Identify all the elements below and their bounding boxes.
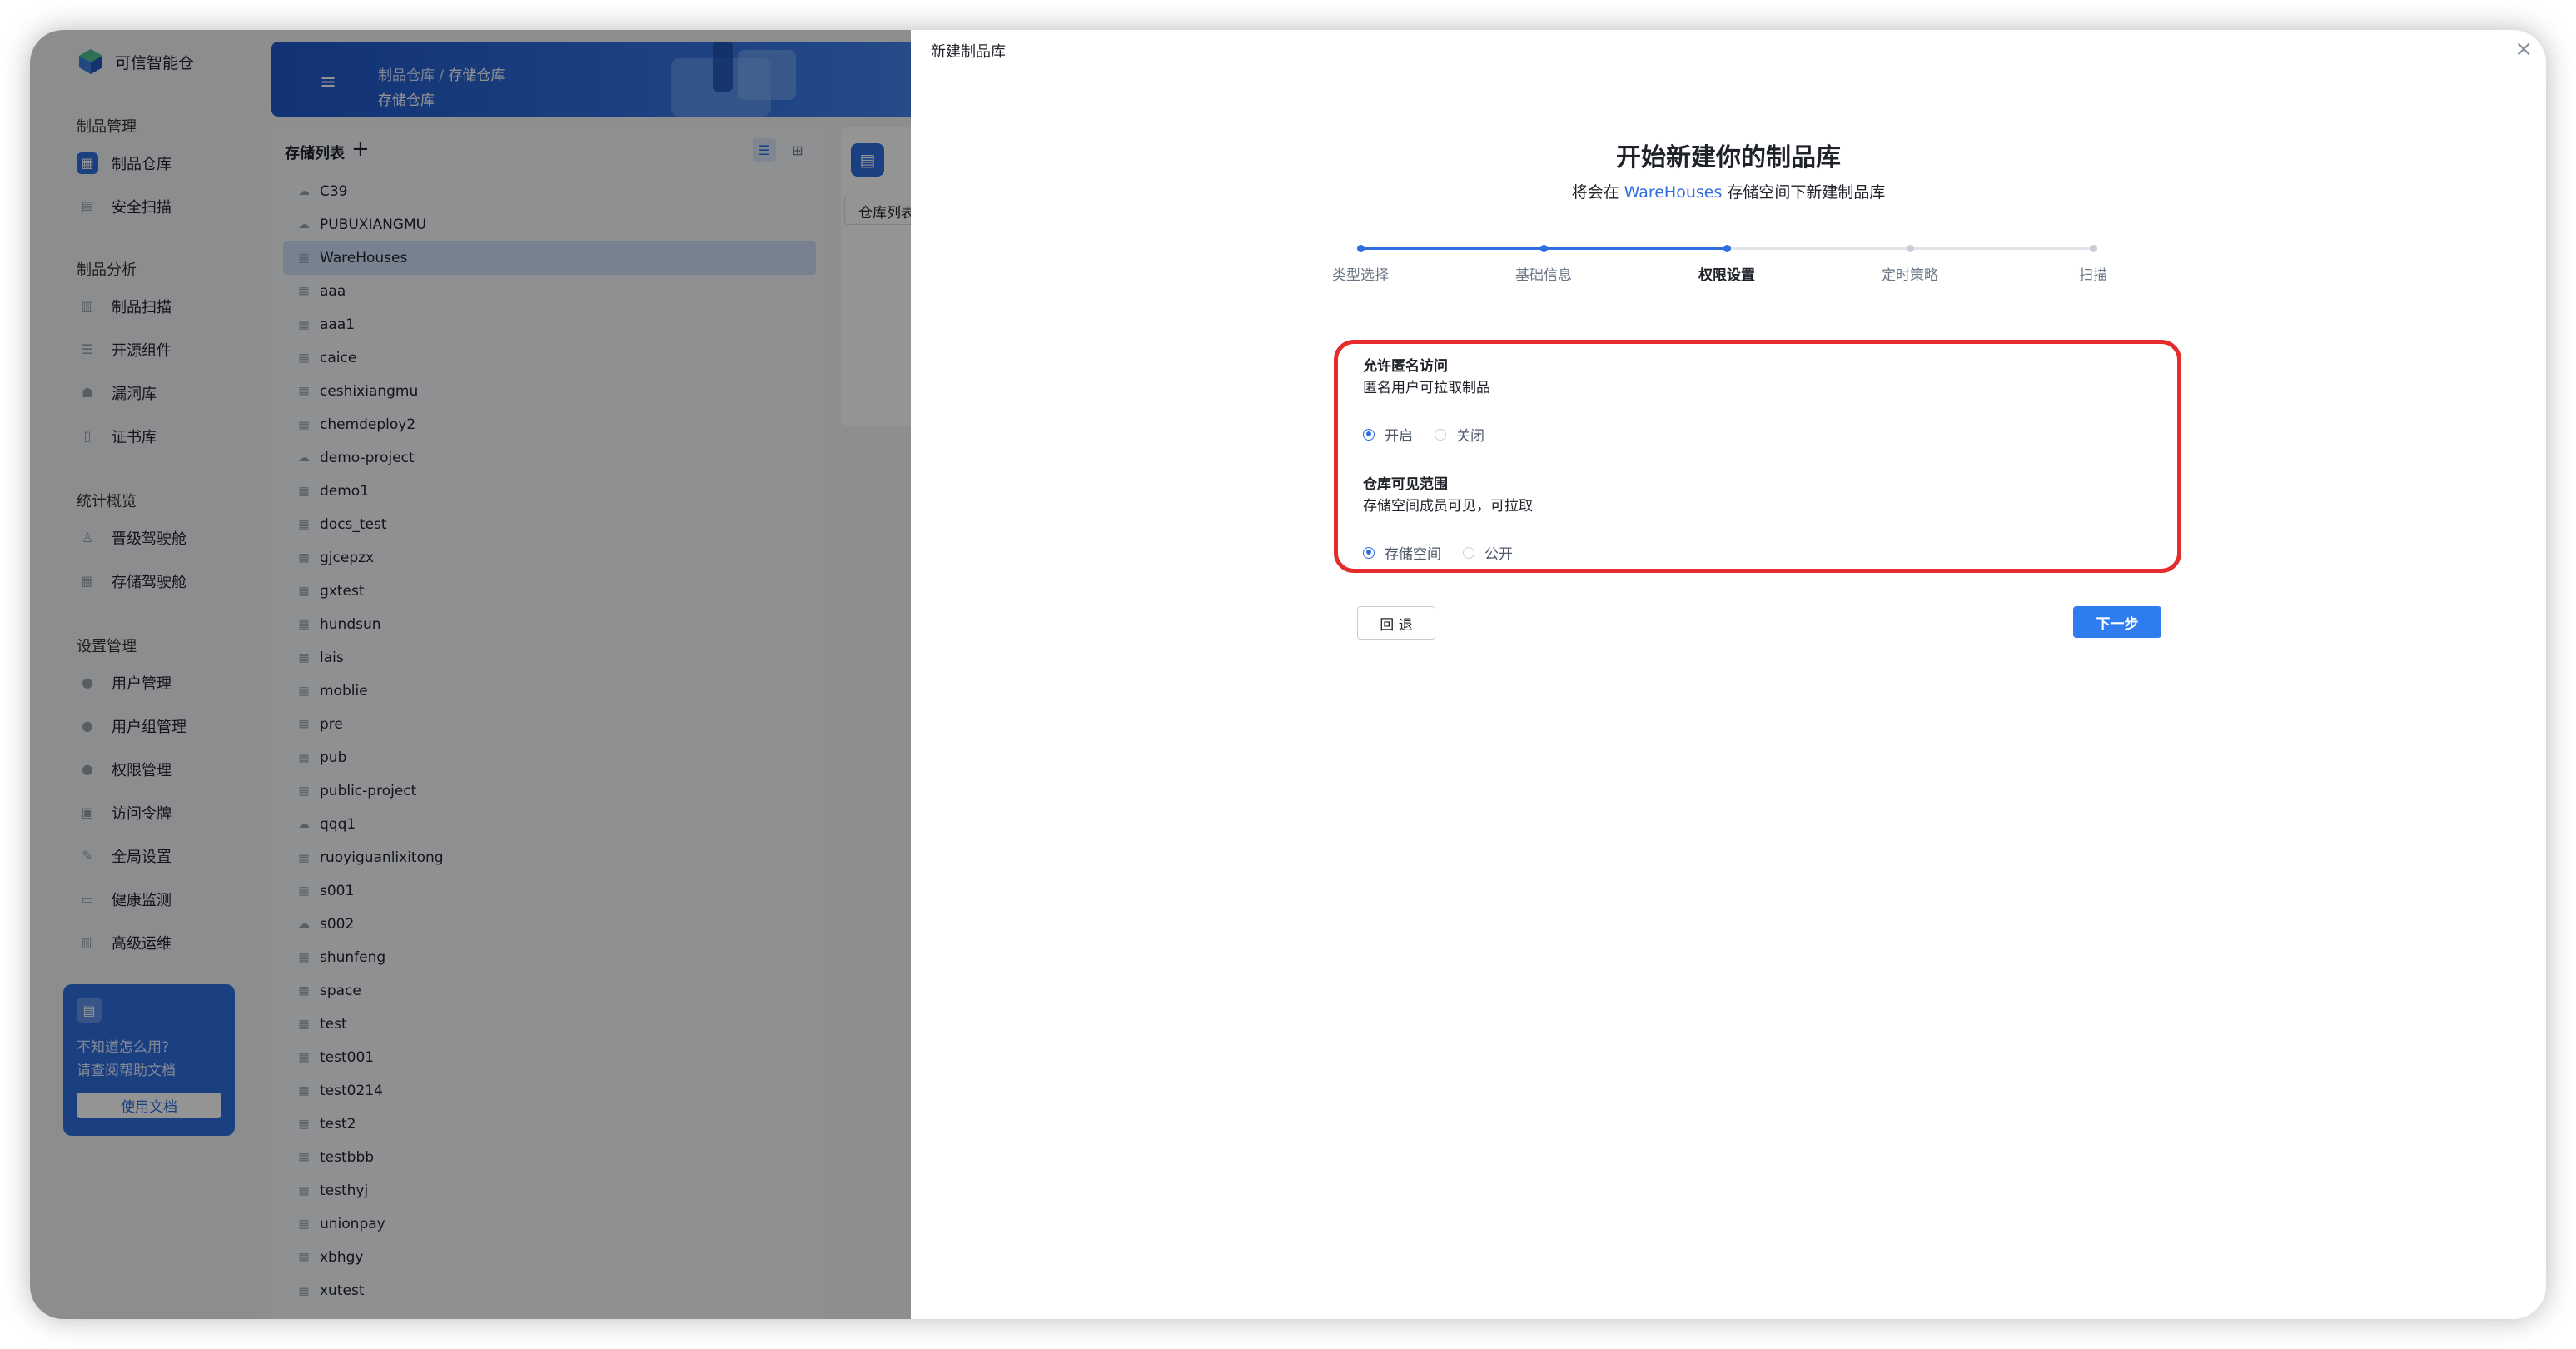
step-dot xyxy=(2090,245,2097,252)
modal-overlay[interactable] xyxy=(30,30,911,1319)
radio-label[interactable]: 存储空间 xyxy=(1385,542,1441,563)
step-dot xyxy=(1540,245,1548,252)
radio-anonymous-on[interactable] xyxy=(1363,428,1375,441)
radio-label[interactable]: 关闭 xyxy=(1456,424,1484,445)
wizard-stepper: 类型选择 基础信息 权限设置 定时策略 扫描 xyxy=(1332,245,2107,295)
step-type-select[interactable]: 类型选择 xyxy=(1294,263,1427,284)
anonymous-access-title: 允许匿名访问 xyxy=(1363,358,1448,375)
drawer-title: 新建制品库 xyxy=(931,43,1006,61)
wizard-heading: 开始新建你的制品库 xyxy=(1616,143,1841,172)
permission-settings-box: 允许匿名访问 匿名用户可拉取制品 开启 关闭 仓库可见范围 存储空间成员可见，可… xyxy=(1334,340,2181,573)
step-schedule: 定时策略 xyxy=(1882,267,1938,284)
radio-label[interactable]: 开启 xyxy=(1385,424,1413,445)
subtitle-suffix: 存储空间下新建制品库 xyxy=(1727,183,1886,202)
close-icon[interactable]: × xyxy=(2514,37,2533,62)
wizard-subtitle: 将会在 WareHouses 存储空间下新建制品库 xyxy=(911,180,2546,202)
step-basic-info[interactable]: 基础信息 xyxy=(1477,263,1610,284)
next-button[interactable]: 下一步 xyxy=(2073,606,2161,638)
app-window: 可信智能仓 制品管理 ▦ 制品仓库 ▤ 安全扫描 制品分析 ▥ 制品扫描 ☰ 开… xyxy=(30,30,2546,1319)
step-permission[interactable]: 权限设置 xyxy=(1660,263,1793,284)
create-repository-drawer: 新建制品库 × 开始新建你的制品库 将会在 WareHouses 存储空间下新建… xyxy=(911,30,2546,1319)
storage-space-link[interactable]: WareHouses xyxy=(1624,183,1723,202)
subtitle-prefix: 将会在 xyxy=(1571,183,1619,202)
step-dot xyxy=(1723,245,1731,252)
step-scan: 扫描 xyxy=(2079,267,2107,284)
step-dot xyxy=(1357,245,1365,252)
visibility-desc: 存储空间成员可见，可拉取 xyxy=(1363,498,1533,515)
drawer-header: 新建制品库 × xyxy=(911,30,2546,72)
visibility-title: 仓库可见范围 xyxy=(1363,476,1448,493)
radio-visibility-public[interactable] xyxy=(1463,546,1474,559)
back-button[interactable]: 回 退 xyxy=(1357,606,1435,640)
visibility-radio-group: 存储空间 公开 xyxy=(1363,542,1534,563)
anonymous-access-radio-group: 开启 关闭 xyxy=(1363,424,1506,445)
radio-visibility-storage-space[interactable] xyxy=(1363,546,1375,559)
step-dot xyxy=(1907,245,1914,252)
anonymous-access-desc: 匿名用户可拉取制品 xyxy=(1363,380,1490,396)
radio-anonymous-off[interactable] xyxy=(1435,428,1446,441)
radio-label[interactable]: 公开 xyxy=(1484,542,1513,563)
